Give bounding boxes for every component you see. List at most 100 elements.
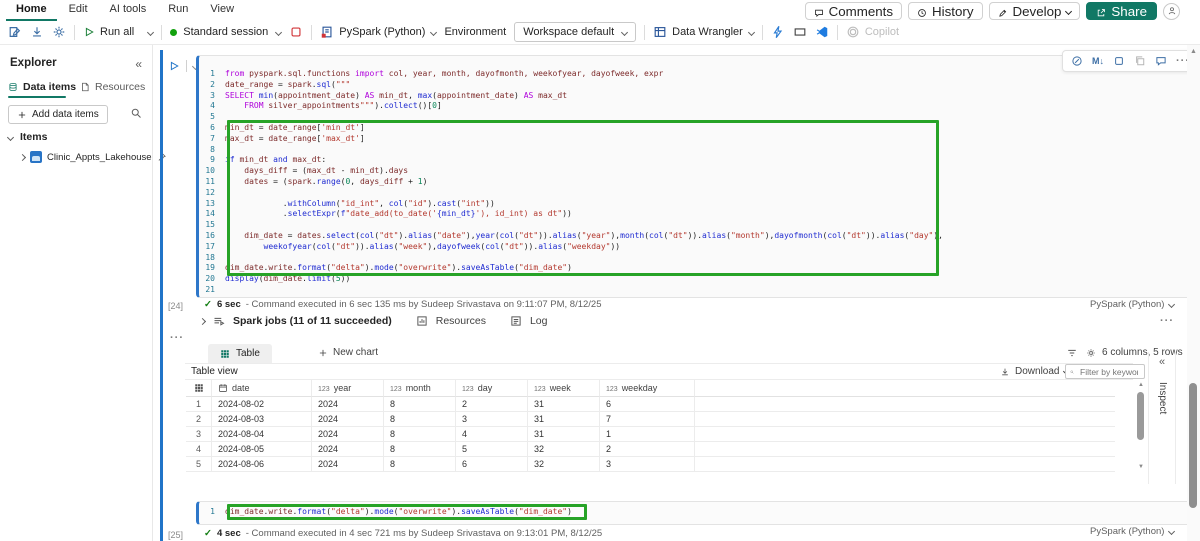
table-scrollbar[interactable]: ▲ ▼ <box>1136 382 1146 470</box>
code-line[interactable]: 15 <box>199 220 1191 231</box>
scroll-down-icon[interactable]: ▼ <box>1136 464 1146 470</box>
columns-rows-dropdown[interactable]: 6 columns, 5 rows <box>1086 347 1194 358</box>
download-button[interactable]: Download <box>1000 366 1069 377</box>
filter-keyword-input[interactable] <box>1078 366 1140 378</box>
share-button[interactable]: Share <box>1086 2 1157 20</box>
save-icon[interactable] <box>8 25 22 39</box>
code-editor[interactable]: 1from pyspark.sql.functions import col, … <box>199 56 1191 296</box>
page-scrollbar-thumb[interactable] <box>1189 383 1197 508</box>
code-cell-2[interactable]: 1dim_date.write.format("delta").mode("ov… <box>196 501 1192 525</box>
number-type-icon <box>390 386 402 393</box>
table-row[interactable]: 52024-08-06202486323 <box>186 457 1115 472</box>
workspace-dropdown[interactable]: Workspace default <box>514 22 636 42</box>
new-chart-button[interactable]: New chart <box>318 347 378 358</box>
menu-tab-ai-tools[interactable]: AI tools <box>100 0 157 21</box>
code-line[interactable]: 9if min_dt and max_dt: <box>199 155 1191 166</box>
code-line[interactable]: 6min_dt = date_range['min_dt'] <box>199 123 1191 134</box>
column-header-weekday[interactable]: weekday <box>600 380 695 397</box>
code-line[interactable]: 4 FROM silver_appointments""").collect()… <box>199 101 1191 112</box>
tab-table[interactable]: Table <box>208 344 272 363</box>
code-text: FROM silver_appointments""").collect()[0… <box>225 101 442 112</box>
code-line[interactable]: 7max_dt = date_range['max_dt'] <box>199 134 1191 145</box>
data-wrangler-button[interactable]: Data Wrangler <box>653 25 754 39</box>
page-scrollbar[interactable]: ▲ <box>1187 45 1200 541</box>
lightning-icon[interactable] <box>771 25 785 39</box>
code-line[interactable]: 11 dates = (spark.range(0, days_diff + 1… <box>199 177 1191 188</box>
code-line[interactable]: 8 <box>199 145 1191 156</box>
expand-inspect-icon[interactable]: « <box>1149 356 1175 368</box>
search-icon[interactable] <box>130 107 142 120</box>
expand-jobs-icon[interactable] <box>199 317 206 324</box>
comments-button[interactable]: Comments <box>805 2 902 20</box>
code-line[interactable]: 3SELECT min(appointment_date) AS min_dt,… <box>199 91 1191 102</box>
column-header-week[interactable]: week <box>528 380 600 397</box>
code-line[interactable]: 1from pyspark.sql.functions import col, … <box>199 69 1191 80</box>
code-line[interactable]: 5 <box>199 112 1191 123</box>
export-icon[interactable] <box>30 25 44 39</box>
column-header-month[interactable]: month <box>384 380 456 397</box>
table-scrollbar-thumb[interactable] <box>1137 392 1144 440</box>
code-editor[interactable]: 1dim_date.write.format("delta").mode("ov… <box>199 502 1191 518</box>
tab-data-items[interactable]: Data items <box>8 81 76 93</box>
output-more-icon[interactable] <box>170 332 184 344</box>
table-row[interactable]: 32024-08-04202484311 <box>186 427 1115 442</box>
add-data-items-button[interactable]: Add data items <box>8 105 108 124</box>
table-row[interactable]: 22024-08-03202483317 <box>186 412 1115 427</box>
copilot-button[interactable]: Copilot <box>846 25 899 39</box>
kernel-label[interactable]: PySpark (Python) <box>1090 299 1174 310</box>
convert-to-markdown-icon[interactable] <box>1092 56 1104 66</box>
code-line[interactable]: 10 days_diff = (max_dt - min_dt).days <box>199 166 1191 177</box>
vscode-icon[interactable] <box>815 25 829 39</box>
scroll-up-icon[interactable]: ▲ <box>1187 48 1200 55</box>
spark-jobs-toggle[interactable]: Spark jobs (11 of 11 succeeded) <box>233 315 392 327</box>
table-row[interactable]: 12024-08-02202482316 <box>186 397 1115 412</box>
column-header-date[interactable]: date <box>212 380 312 397</box>
code-line[interactable]: 19dim_date.write.format("delta").mode("o… <box>199 263 1191 274</box>
scroll-up-icon[interactable]: ▲ <box>1136 382 1146 388</box>
log-toggle[interactable]: Log <box>530 315 548 327</box>
code-cell-1[interactable]: 1from pyspark.sql.functions import col, … <box>196 55 1192 298</box>
code-line[interactable]: 16 dim_date = dates.select(col("dt").ali… <box>199 231 1191 242</box>
menu-tab-run[interactable]: Run <box>158 0 198 21</box>
code-line[interactable]: 12 <box>199 188 1191 199</box>
items-section-header[interactable]: Items <box>8 131 47 143</box>
copilot-cell-icon[interactable] <box>1071 55 1083 67</box>
menu-tab-edit[interactable]: Edit <box>59 0 98 21</box>
session-status[interactable]: Standard session <box>170 26 281 38</box>
line-number: 18 <box>199 253 225 264</box>
history-button[interactable]: History <box>908 2 982 20</box>
code-line[interactable]: 21 <box>199 285 1191 296</box>
code-line[interactable]: 13 .withColumn("id_int", col("id").cast(… <box>199 199 1191 210</box>
code-line[interactable]: 2date_range = spark.sql(""" <box>199 80 1191 91</box>
run-cell-icon[interactable] <box>168 60 180 72</box>
code-line[interactable]: 20display(dim_date.limit(5)) <box>199 274 1191 285</box>
code-line[interactable]: 18 <box>199 253 1191 264</box>
stop-session-icon[interactable] <box>289 25 303 39</box>
code-line[interactable]: 14 .selectExpr(f"date_add(to_date('{min_… <box>199 209 1191 220</box>
expand-cell-icon[interactable] <box>1113 55 1125 67</box>
kernel-label[interactable]: PySpark (Python) <box>1090 526 1174 537</box>
tab-resources[interactable]: Resources <box>80 81 145 93</box>
frame-icon[interactable] <box>793 25 807 39</box>
duplicate-cell-icon[interactable] <box>1134 55 1146 67</box>
resources-toggle[interactable]: Resources <box>436 315 486 327</box>
inspect-tab[interactable]: Inspect <box>1157 382 1168 414</box>
code-line[interactable]: 17 weekofyear(col("dt")).alias("week"),d… <box>199 242 1191 253</box>
code-line[interactable]: 1dim_date.write.format("delta").mode("ov… <box>199 507 1191 518</box>
collapse-panel-icon[interactable]: « <box>135 57 142 71</box>
table-row[interactable]: 42024-08-05202485322 <box>186 442 1115 457</box>
lakehouse-item[interactable]: Clinic_Appts_Lakehouse <box>20 151 167 163</box>
filter-funnel-icon[interactable] <box>1066 347 1078 359</box>
menu-tab-view[interactable]: View <box>200 0 244 21</box>
account-button[interactable] <box>1163 3 1180 20</box>
comment-cell-icon[interactable] <box>1155 55 1167 67</box>
column-header-year[interactable]: year <box>312 380 384 397</box>
menu-tab-home[interactable]: Home <box>6 0 57 21</box>
language-selector[interactable]: PySpark (Python) <box>320 25 436 39</box>
jobs-more-icon[interactable] <box>1160 315 1174 327</box>
column-header-day[interactable]: day <box>456 380 528 397</box>
table-corner-cell[interactable] <box>186 380 212 397</box>
develop-button[interactable]: Develop <box>989 2 1081 20</box>
run-all-button[interactable]: Run all <box>83 26 153 38</box>
settings-gear-icon[interactable] <box>52 25 66 39</box>
